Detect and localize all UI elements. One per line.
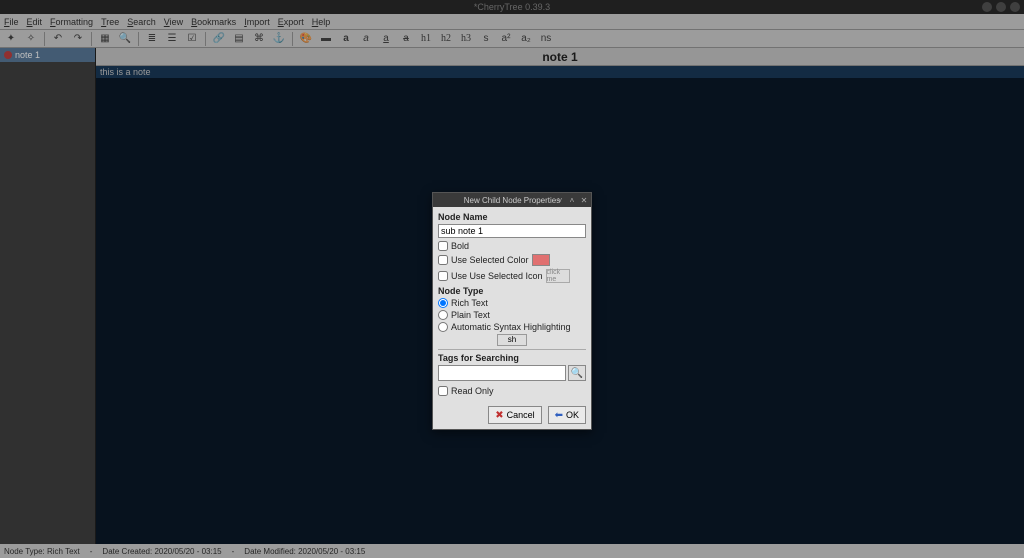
tags-input[interactable] — [438, 365, 566, 381]
node-type-label: Node Type — [438, 286, 586, 296]
node-name-input[interactable] — [438, 224, 586, 238]
use-color-label: Use Selected Color — [451, 255, 529, 265]
read-only-label: Read Only — [451, 386, 494, 396]
dialog-buttons: ✖ Cancel ⬅ OK — [433, 402, 591, 429]
cancel-button[interactable]: ✖ Cancel — [488, 406, 541, 424]
new-child-node-dialog: New Child Node Properties ˅ ˄ ✕ Node Nam… — [432, 192, 592, 430]
node-name-label: Node Name — [438, 212, 586, 222]
use-icon-label: Use Use Selected Icon — [451, 271, 543, 281]
divider — [438, 349, 586, 350]
color-swatch[interactable] — [532, 254, 550, 266]
dialog-titlebar[interactable]: New Child Node Properties ˅ ˄ ✕ — [433, 193, 591, 207]
dialog-title: New Child Node Properties — [464, 196, 561, 205]
plain-text-radio[interactable] — [438, 310, 448, 320]
auto-syntax-label: Automatic Syntax Highlighting — [451, 322, 571, 332]
ok-button[interactable]: ⬅ OK — [548, 406, 586, 424]
tags-label: Tags for Searching — [438, 353, 586, 363]
dialog-shade-icon[interactable]: ˅ — [555, 195, 565, 205]
dialog-close-icon[interactable]: ✕ — [579, 195, 589, 205]
read-only-checkbox[interactable] — [438, 386, 448, 396]
ok-icon: ⬅ — [555, 410, 563, 421]
auto-syntax-radio[interactable] — [438, 322, 448, 332]
cancel-icon: ✖ — [495, 410, 503, 421]
syntax-lang-select[interactable]: sh — [497, 334, 527, 346]
use-color-checkbox[interactable] — [438, 255, 448, 265]
search-icon: 🔍 — [571, 368, 583, 379]
rich-text-label: Rich Text — [451, 298, 488, 308]
rich-text-radio[interactable] — [438, 298, 448, 308]
cancel-button-label: Cancel — [507, 410, 535, 420]
ok-button-label: OK — [566, 410, 579, 420]
bold-label: Bold — [451, 241, 469, 251]
bold-checkbox[interactable] — [438, 241, 448, 251]
pick-icon-button[interactable]: click me — [546, 269, 570, 283]
dialog-body: Node Name Bold Use Selected Color Use Us… — [433, 207, 591, 402]
tags-search-button[interactable]: 🔍 — [568, 365, 586, 381]
use-icon-checkbox[interactable] — [438, 271, 448, 281]
dialog-up-icon[interactable]: ˄ — [567, 195, 577, 205]
dialog-window-controls: ˅ ˄ ✕ — [555, 195, 589, 205]
plain-text-label: Plain Text — [451, 310, 490, 320]
